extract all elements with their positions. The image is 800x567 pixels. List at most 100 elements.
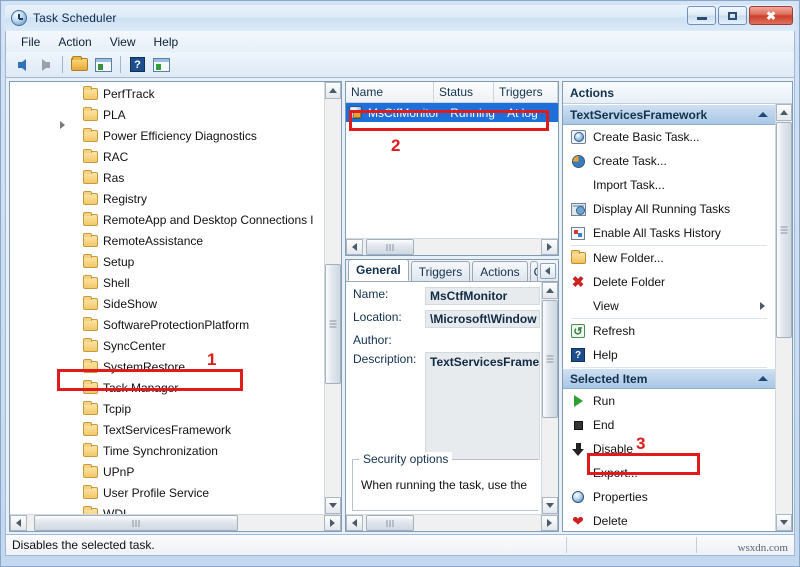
tree-item-wdi[interactable]: WDI	[10, 503, 324, 514]
list-hscroll-right-button[interactable]	[541, 239, 558, 255]
tree-hscroll-thumb[interactable]	[34, 515, 238, 531]
detail-value-name[interactable]: MsCtfMonitor	[425, 287, 540, 305]
detail-value-location[interactable]: \Microsoft\Window	[425, 310, 540, 328]
tree-hscroll-right-button[interactable]	[324, 515, 341, 531]
tree-horizontal-scrollbar[interactable]	[10, 514, 341, 531]
up-folder-button[interactable]	[69, 54, 90, 75]
tree-hscroll-left-button[interactable]	[10, 515, 27, 531]
list-hscroll-left-button[interactable]	[346, 239, 363, 255]
tab-actions[interactable]: Actions	[472, 261, 527, 281]
detail-scroll-up-button[interactable]	[542, 282, 558, 299]
menu-action[interactable]: Action	[49, 33, 100, 51]
tree-scroll-down-button[interactable]	[325, 497, 341, 514]
tree-scroll-up-button[interactable]	[325, 82, 341, 99]
detail-hscroll-right-button[interactable]	[541, 515, 558, 531]
tree-item-sideshow[interactable]: SideShow	[10, 293, 324, 314]
action-item-properties[interactable]: Properties	[563, 485, 775, 509]
action-item-delete-folder[interactable]: ✖Delete Folder	[563, 270, 775, 294]
action-item-enable-all-tasks-history[interactable]: Enable All Tasks History	[563, 221, 775, 245]
actions-group-header[interactable]: Selected Item	[563, 368, 775, 389]
tree-item-ras[interactable]: Ras	[10, 167, 324, 188]
tree-item-pla[interactable]: PLA	[10, 104, 324, 125]
forward-button[interactable]	[35, 54, 56, 75]
tree-item-power-efficiency-diagnostics[interactable]: Power Efficiency Diagnostics	[10, 125, 324, 146]
tab-general[interactable]: General	[348, 259, 409, 281]
detail-hscroll-left-button[interactable]	[346, 515, 363, 531]
action-item-help[interactable]: ?Help	[563, 343, 775, 367]
task-list-horizontal-scrollbar[interactable]	[346, 238, 558, 255]
actions-scroll-area[interactable]: TextServicesFrameworkCreate Basic Task..…	[563, 104, 792, 531]
detail-label-description: Description:	[353, 352, 425, 460]
back-button[interactable]	[11, 54, 32, 75]
chevron-up-icon[interactable]	[758, 112, 768, 117]
minimize-button[interactable]	[687, 6, 716, 25]
show-hide-action-pane-button[interactable]	[151, 54, 172, 75]
actions-group-header[interactable]: TextServicesFramework	[563, 104, 775, 125]
tree-item-time-synchronization[interactable]: Time Synchronization	[10, 440, 324, 461]
action-item-delete[interactable]: ❤Delete	[563, 509, 775, 531]
tree-item-perftrack[interactable]: PerfTrack	[10, 83, 324, 104]
tree-item-task-manager[interactable]: Task Manager	[10, 377, 324, 398]
column-header-status[interactable]: Status	[434, 82, 494, 102]
task-list-row[interactable]: MsCtfMonitor Running At log	[346, 103, 558, 122]
tab-conditions[interactable]: C	[530, 261, 538, 281]
action-item-create-task[interactable]: Create Task...	[563, 149, 775, 173]
detail-value-description[interactable]: TextServicesFrame	[425, 352, 540, 460]
console-tree[interactable]: PerfTrackPLAPower Efficiency Diagnostics…	[10, 82, 341, 514]
actions-scroll-thumb[interactable]	[776, 122, 792, 338]
list-hscroll-thumb[interactable]	[366, 239, 414, 255]
action-item-create-basic-task[interactable]: Create Basic Task...	[563, 125, 775, 149]
actions-vertical-scrollbar[interactable]	[775, 104, 792, 531]
tree-item-upnp[interactable]: UPnP	[10, 461, 324, 482]
tab-scroll-right-button[interactable]	[558, 263, 559, 279]
action-item-disable[interactable]: Disable	[563, 437, 775, 461]
tab-triggers[interactable]: Triggers	[411, 261, 471, 281]
tree-item-tcpip[interactable]: Tcpip	[10, 398, 324, 419]
action-item-run[interactable]: Run	[563, 389, 775, 413]
tree-item-setup[interactable]: Setup	[10, 251, 324, 272]
action-item-view[interactable]: View	[563, 294, 775, 318]
detail-value-author[interactable]	[425, 333, 540, 347]
tree-item-textservicesframework[interactable]: TextServicesFramework	[10, 419, 324, 440]
action-item-label: Create Task...	[587, 154, 667, 168]
tree-scroll-thumb[interactable]	[325, 264, 341, 384]
menu-file[interactable]: File	[12, 33, 49, 51]
detail-vertical-scrollbar[interactable]	[541, 282, 558, 514]
tree-item-shell[interactable]: Shell	[10, 272, 324, 293]
tree-item-systemrestore[interactable]: SystemRestore	[10, 356, 324, 377]
detail-horizontal-scrollbar[interactable]	[346, 514, 558, 531]
detail-scroll-down-button[interactable]	[542, 497, 558, 514]
help-button[interactable]: ?	[127, 54, 148, 75]
task-list-body[interactable]: MsCtfMonitor Running At log	[346, 103, 558, 238]
action-item-new-folder[interactable]: New Folder...	[563, 246, 775, 270]
action-item-export[interactable]: Export...	[563, 461, 775, 485]
close-button[interactable]: ✖	[749, 6, 793, 25]
chevron-up-icon[interactable]	[758, 376, 768, 381]
action-item-display-all-running-tasks[interactable]: Display All Running Tasks	[563, 197, 775, 221]
tree-item-synccenter[interactable]: SyncCenter	[10, 335, 324, 356]
action-item-import-task[interactable]: Import Task...	[563, 173, 775, 197]
actions-scroll-up-button[interactable]	[776, 104, 792, 121]
tree-item-rac[interactable]: RAC	[10, 146, 324, 167]
menu-help[interactable]: Help	[145, 33, 188, 51]
expander-icon[interactable]	[60, 121, 65, 129]
column-header-name[interactable]: Name	[346, 82, 434, 102]
tree-item-softwareprotectionplatform[interactable]: SoftwareProtectionPlatform	[10, 314, 324, 335]
detail-hscroll-thumb[interactable]	[366, 515, 414, 531]
tree-item-user-profile-service[interactable]: User Profile Service	[10, 482, 324, 503]
show-hide-console-tree-button[interactable]	[93, 54, 114, 75]
action-item-refresh[interactable]: ↺Refresh	[563, 319, 775, 343]
tree-vertical-scrollbar[interactable]	[324, 82, 341, 514]
detail-scroll-thumb[interactable]	[542, 300, 558, 418]
window-controls: ✖	[687, 6, 793, 25]
actions-pane: Actions TextServicesFrameworkCreate Basi…	[562, 81, 793, 532]
action-item-end[interactable]: End	[563, 413, 775, 437]
menu-view[interactable]: View	[101, 33, 145, 51]
tree-item-remoteapp-and-desktop-connections-l[interactable]: RemoteApp and Desktop Connections l	[10, 209, 324, 230]
tree-item-registry[interactable]: Registry	[10, 188, 324, 209]
maximize-button[interactable]	[718, 6, 747, 25]
tree-item-remoteassistance[interactable]: RemoteAssistance	[10, 230, 324, 251]
actions-scroll-down-button[interactable]	[776, 514, 792, 531]
tab-scroll-left-button[interactable]	[540, 263, 556, 279]
column-header-triggers[interactable]: Triggers	[494, 82, 558, 102]
